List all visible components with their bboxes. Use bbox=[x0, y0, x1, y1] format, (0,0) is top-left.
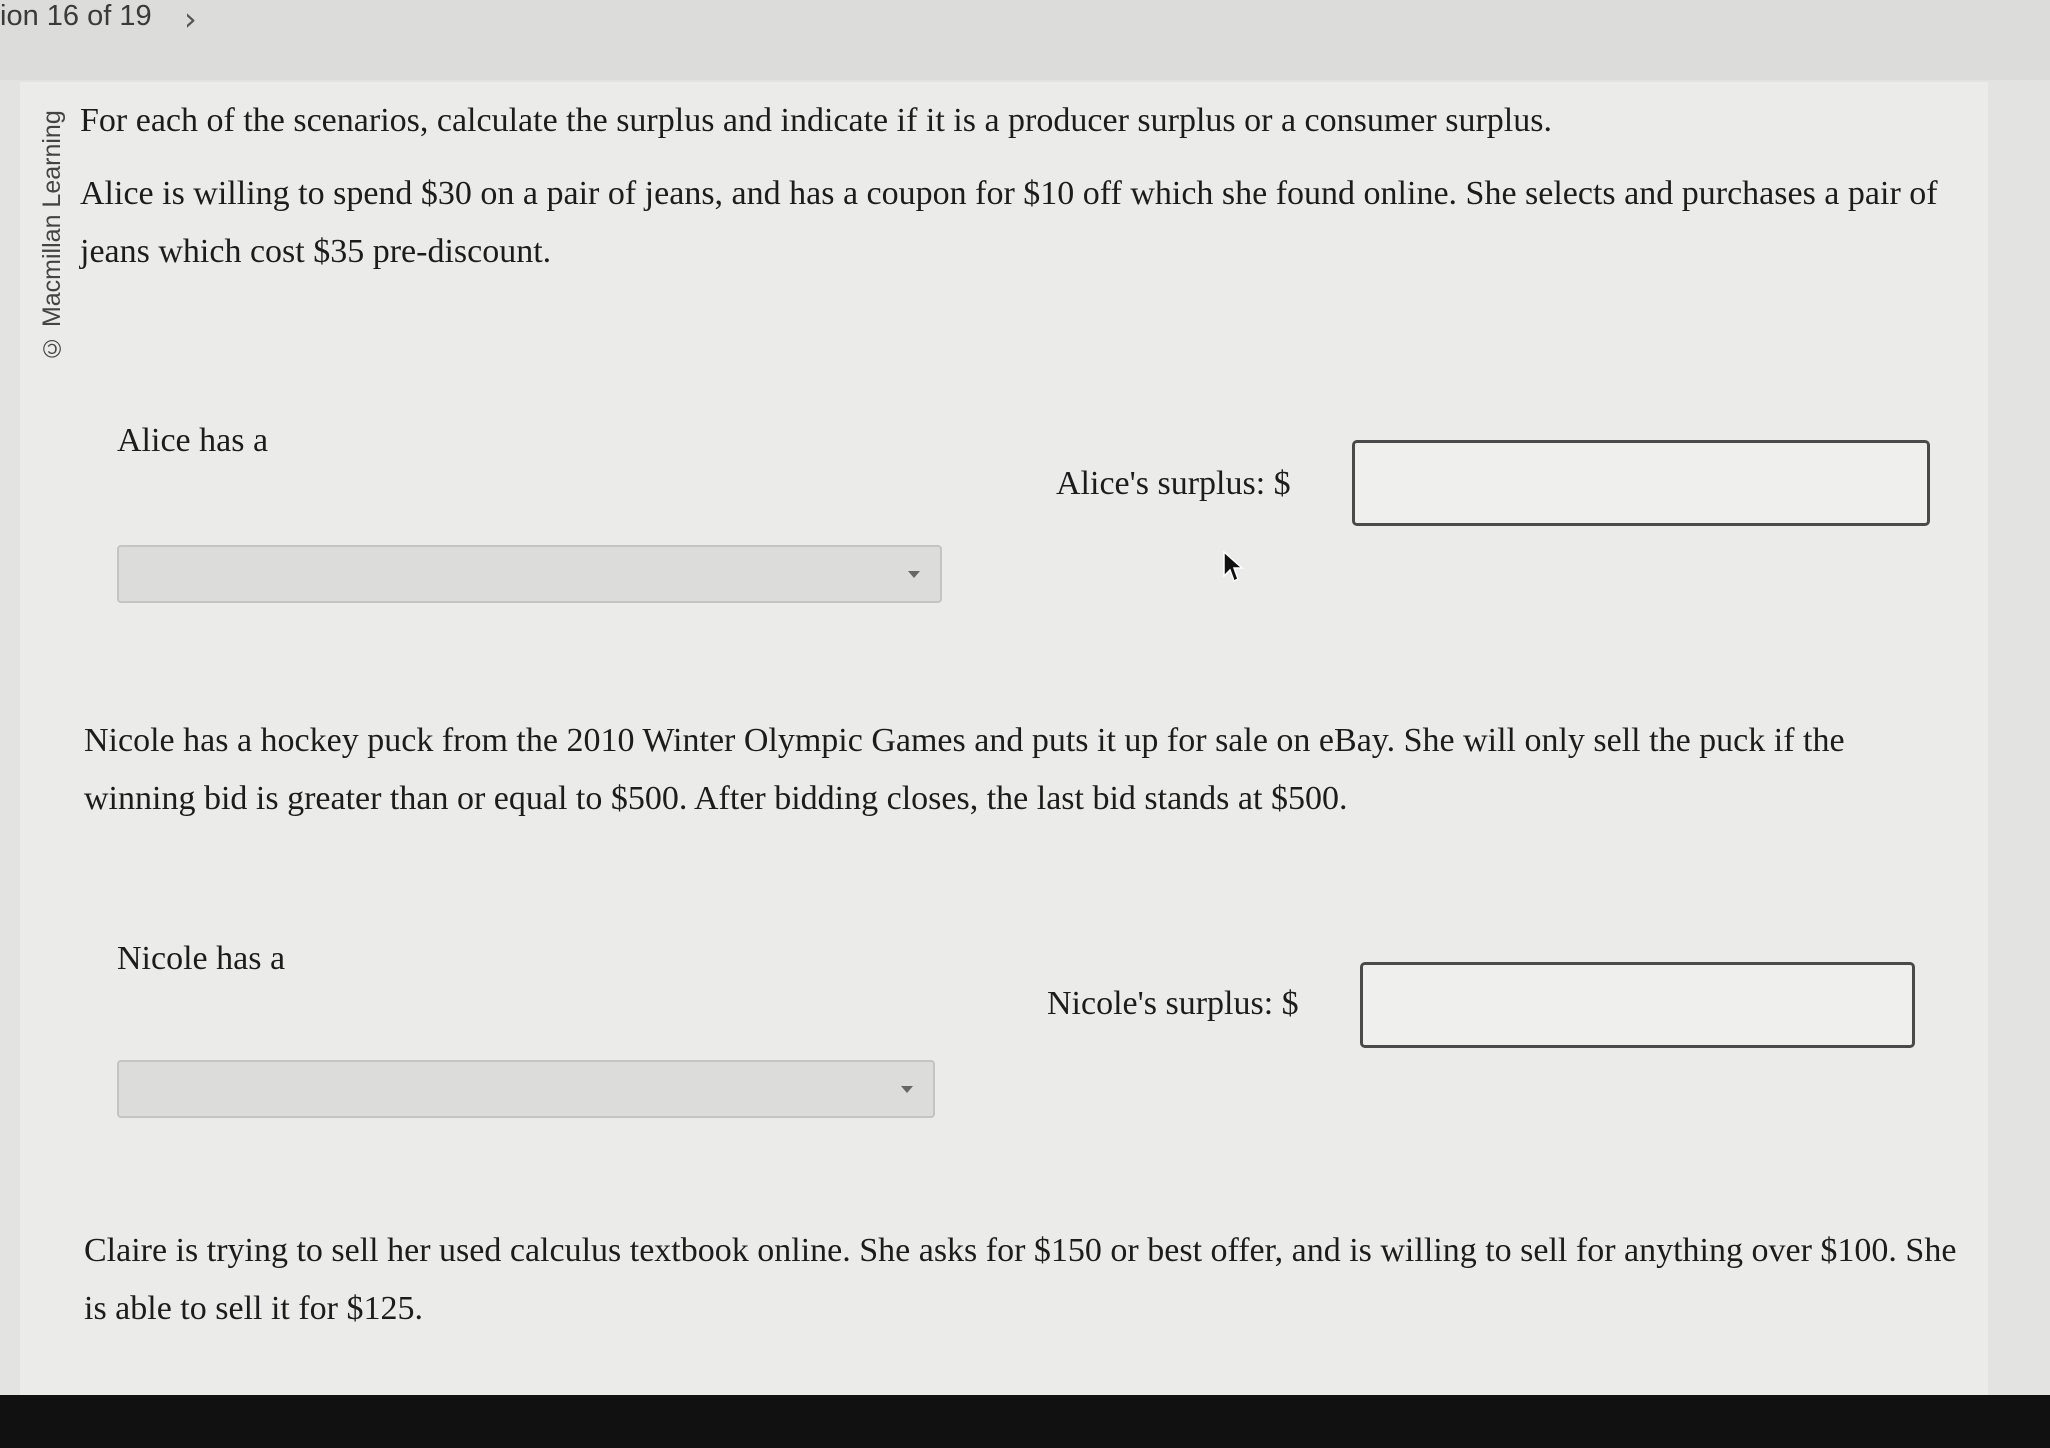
question-counter: ion 16 of 19 bbox=[0, 0, 152, 32]
nicole-has-label: Nicole has a bbox=[117, 940, 286, 977]
copyright-notice: © Macmillan Learning bbox=[38, 110, 66, 362]
scenario-text-alice: Alice is willing to spend $30 on a pair … bbox=[80, 175, 1938, 270]
scenario-text-claire: Claire is trying to sell her used calcul… bbox=[84, 1232, 1957, 1327]
nicole-surplus-input[interactable] bbox=[1360, 962, 1915, 1048]
nicole-surplus-type-dropdown[interactable] bbox=[117, 1060, 935, 1118]
nicole-surplus-label: Nicole's surplus: $ bbox=[1047, 985, 1299, 1022]
alice-surplus-input[interactable] bbox=[1352, 440, 1930, 526]
alice-surplus-type-dropdown[interactable] bbox=[117, 545, 942, 603]
scenario-text-nicole: Nicole has a hockey puck from the 2010 W… bbox=[84, 722, 1845, 817]
mouse-pointer-icon bbox=[1223, 550, 1244, 583]
screen-bezel bbox=[0, 1395, 2050, 1448]
chevron-right-icon[interactable]: › bbox=[184, 0, 197, 38]
chevron-down-icon bbox=[908, 571, 920, 578]
alice-has-label: Alice has a bbox=[117, 422, 269, 459]
alice-surplus-label: Alice's surplus: $ bbox=[1056, 465, 1291, 502]
instructions-text: For each of the scenarios, calculate the… bbox=[80, 102, 1552, 139]
top-navigation-bar: ion 16 of 19 › bbox=[0, 0, 2050, 80]
chevron-down-icon bbox=[901, 1086, 913, 1093]
